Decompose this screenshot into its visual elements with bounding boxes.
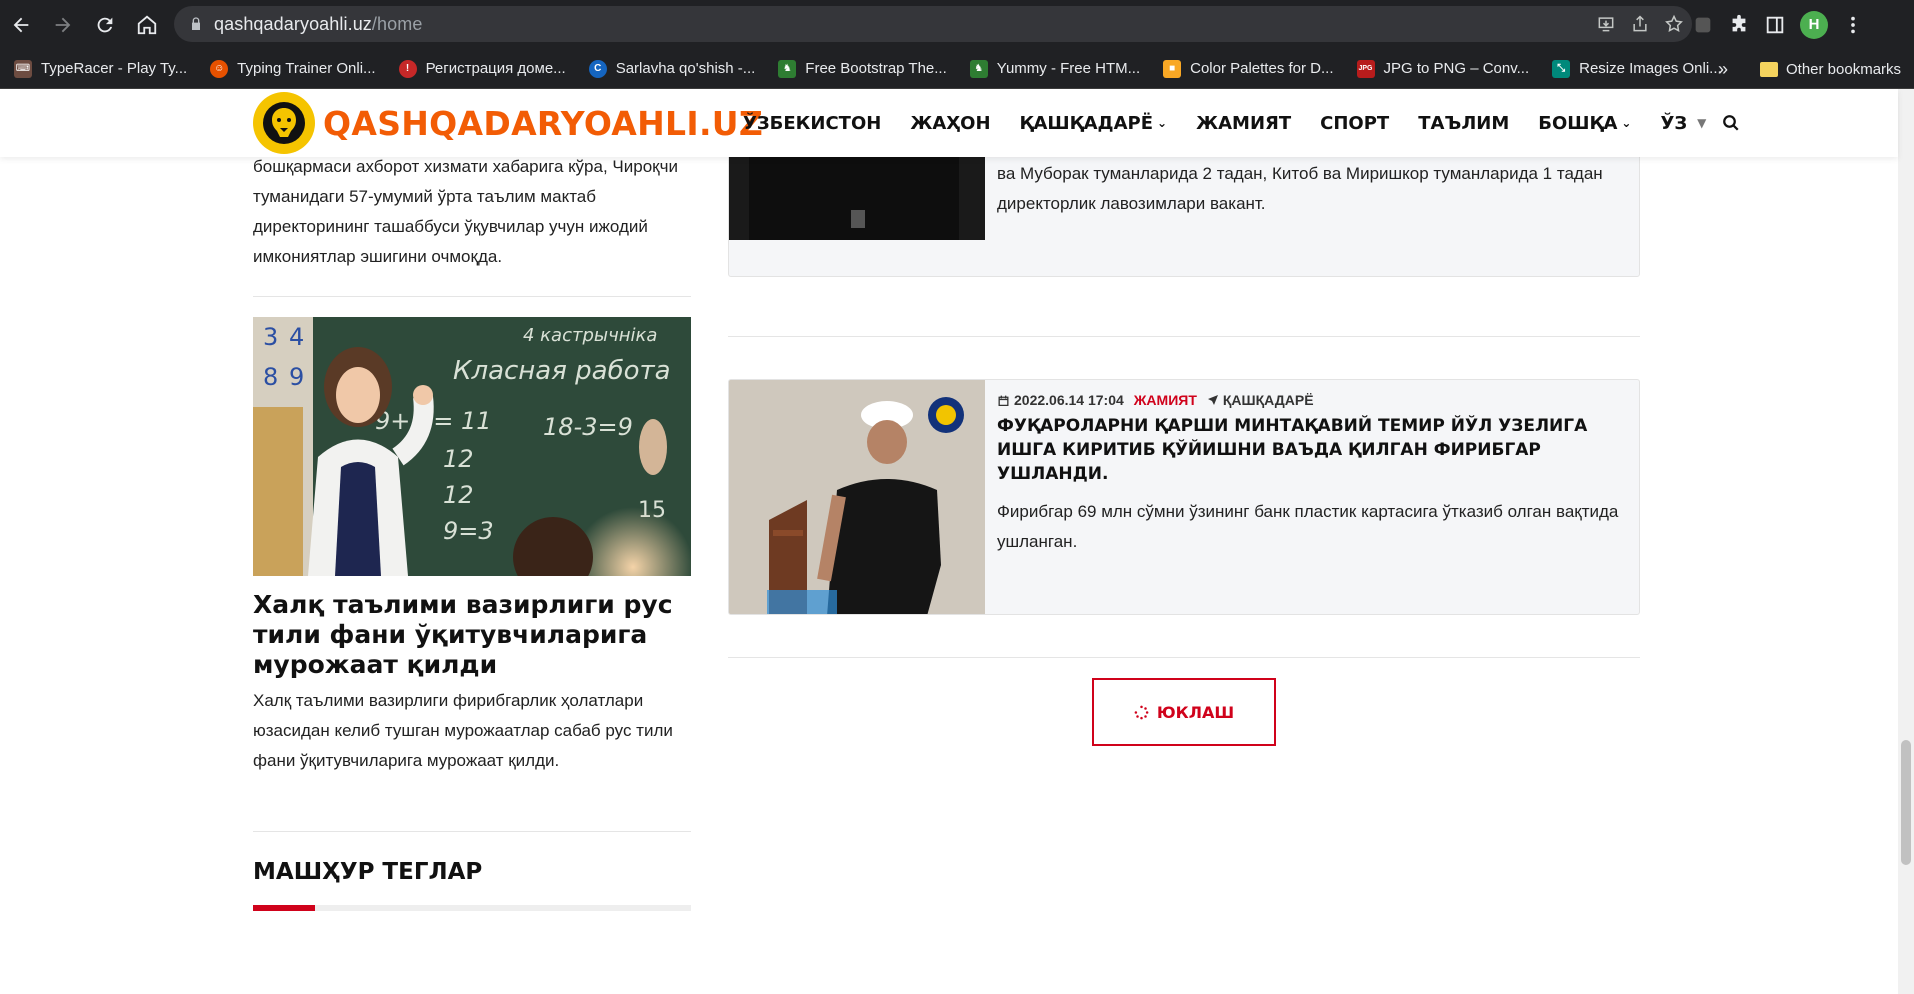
bookmarks-bar: ⌨ TypeRacer - Play Ty... ☺ Typing Trainer … (0, 49, 1914, 89)
more-menu-icon[interactable] (1842, 14, 1864, 36)
news-card[interactable]: 2022.06.14 17:04 ЖАМИЯТ ҚАШҚАДАРЁ ФУҚАРО… (728, 379, 1640, 615)
article-title[interactable]: Халқ таълими вазирлиги рус тили фани ўқи… (253, 590, 691, 680)
region-link[interactable]: ҚАШҚАДАРЁ (1207, 392, 1314, 408)
folder-icon (1760, 61, 1778, 77)
spinner-icon (1134, 705, 1149, 719)
divider (253, 831, 691, 832)
search-icon[interactable] (1722, 114, 1740, 132)
bootstrap-themes-icon: ♞ (778, 59, 797, 78)
board-text: 4 кастрычніка (523, 325, 657, 346)
back-arrow-icon (13, 17, 29, 32)
board-number: 8 (263, 363, 278, 391)
previous-article-excerpt: бошқармаси ахборот хизмати хабарига кўра… (253, 157, 678, 266)
nav-sport[interactable]: СПОРТ (1320, 113, 1389, 134)
location-arrow-icon (1207, 395, 1218, 405)
board-text: 12 (443, 481, 474, 509)
forward-button[interactable] (42, 0, 84, 49)
board-number: 4 (289, 323, 304, 351)
board-text: 9=3 (443, 517, 494, 545)
caret-down-icon: ▼ (1697, 116, 1707, 130)
divider (253, 296, 691, 297)
calendar-icon (998, 395, 1009, 406)
board-number: 3 (263, 323, 278, 351)
site-logo[interactable]: QASHQADARYOAHLI.UZ (253, 92, 763, 154)
main-nav: ЎЗБЕКИСТОН ЖАҲОН ҚАШҚАДАРЁ ⌄ ЖАМИЯТ СПОРТ… (743, 89, 1769, 157)
board-number: 9 (289, 363, 304, 391)
bookmark-bootstrap-themes[interactable]: ♞ Free Bootstrap The... (778, 59, 947, 78)
back-button[interactable] (0, 0, 42, 49)
other-bookmarks-folder[interactable]: Other bookmarks (1760, 49, 1901, 89)
sarlavha-icon: C (588, 59, 607, 78)
jpg-png-icon: JPG (1356, 59, 1375, 78)
news-card-description: Фирибгар 69 млн сўмни ўзининг банк пласт… (997, 502, 1619, 551)
news-card-image[interactable] (729, 380, 985, 614)
divider (728, 657, 1640, 658)
news-card-meta: 2022.06.14 17:04 ЖАМИЯТ ҚАШҚАДАРЁ (997, 392, 1627, 408)
heading-underline (253, 905, 691, 911)
language-selector[interactable]: ЎЗ ▼ (1660, 113, 1706, 134)
bookmark-registration[interactable]: ! Регистрация доме... (398, 59, 566, 78)
article-description: Халқ таълими вазирлиги фирибгарлик ҳолат… (253, 691, 673, 770)
chevron-down-icon: ⌄ (1157, 116, 1168, 130)
category-link[interactable]: ЖАМИЯТ (1134, 392, 1197, 408)
lock-icon[interactable] (178, 16, 214, 32)
share-icon[interactable] (1630, 14, 1650, 34)
profile-avatar[interactable]: H (1800, 10, 1828, 39)
divider (728, 336, 1640, 337)
site-name: QASHQADARYOAHLI.UZ (323, 103, 764, 143)
side-panel-icon[interactable] (1764, 14, 1786, 36)
bookmark-star-icon[interactable] (1664, 14, 1684, 34)
chevron-down-icon: ⌄ (1621, 116, 1632, 130)
browser-toolbar: qashqadaryoahli.uz/home H (0, 0, 1914, 49)
extension-icon[interactable] (1692, 14, 1714, 36)
board-text: 12 (443, 445, 474, 473)
nav-world[interactable]: ЖАҲОН (910, 113, 990, 134)
bookmark-yummy[interactable]: ♞ Yummy - Free HTM... (969, 59, 1140, 78)
nav-uzbekistan[interactable]: ЎЗБЕКИСТОН (743, 113, 881, 134)
board-text: Класная работа (453, 356, 671, 386)
date-meta: 2022.06.14 17:04 (997, 392, 1124, 408)
color-palettes-icon: ■ (1163, 59, 1182, 78)
bookmark-typing-trainer[interactable]: ☺ Typing Trainer Onli... (210, 59, 376, 78)
typing-trainer-icon: ☺ (210, 59, 229, 78)
bookmark-color-palettes[interactable]: ■ Color Palettes for D... (1163, 59, 1334, 78)
news-card-title[interactable]: ФУҚАРОЛАРНИ ҚАРШИ МИНТАҚАВИЙ ТЕМИР ЙЎЛ У… (997, 414, 1627, 486)
bookmark-jpg-png[interactable]: JPG JPG to PNG – Conv... (1356, 59, 1529, 78)
nav-other[interactable]: БОШҚА ⌄ (1538, 113, 1631, 134)
teacher-article-image[interactable]: 4 кастрычніка Класная работа 9+2 = 11 18… (253, 317, 691, 576)
reload-icon (97, 17, 113, 32)
nav-society[interactable]: ЖАМИЯТ (1196, 113, 1291, 134)
page-scrollbar[interactable] (1898, 89, 1914, 994)
bookmark-resize-images[interactable]: ⤡ Resize Images Onli... (1552, 59, 1722, 78)
nav-education[interactable]: ТАЪЛИМ (1418, 113, 1509, 134)
bookmarks-overflow-button[interactable]: » (1718, 49, 1728, 89)
popular-tags-heading: МАШҲУР ТЕГЛАР (253, 859, 483, 885)
home-button[interactable] (126, 0, 168, 49)
registration-icon: ! (398, 59, 417, 78)
lion-logo-icon (253, 92, 315, 154)
nav-kashkadarya[interactable]: ҚАШҚАДАРЁ ⌄ (1020, 113, 1168, 134)
bookmark-typeracer[interactable]: ⌨ TypeRacer - Play Ty... (14, 59, 187, 78)
scrollbar-thumb[interactable] (1901, 740, 1911, 865)
typeracer-icon: ⌨ (14, 59, 32, 78)
yummy-icon: ♞ (969, 59, 988, 78)
install-app-icon[interactable] (1596, 14, 1616, 34)
board-text: 18-3=9 (543, 413, 633, 441)
site-header: QASHQADARYOAHLI.UZ ЎЗБЕКИСТОН ЖАҲОН ҚАШҚ… (0, 89, 1898, 157)
reload-button[interactable] (84, 0, 126, 49)
forward-arrow-icon (55, 17, 71, 32)
extensions-puzzle-icon[interactable] (1728, 14, 1750, 36)
address-bar[interactable]: qashqadaryoahli.uz/home (174, 6, 1692, 42)
load-more-button[interactable]: ЮКЛАШ (1092, 678, 1276, 746)
home-icon (137, 15, 157, 34)
url-text[interactable]: qashqadaryoahli.uz/home (214, 14, 422, 35)
bookmark-sarlavha[interactable]: C Sarlavha qo'shish -... (588, 59, 755, 78)
page-viewport: QASHQADARYOAHLI.UZ ЎЗБЕКИСТОН ЖАҲОН ҚАШҚ… (0, 89, 1914, 994)
resize-images-icon: ⤡ (1552, 59, 1571, 78)
